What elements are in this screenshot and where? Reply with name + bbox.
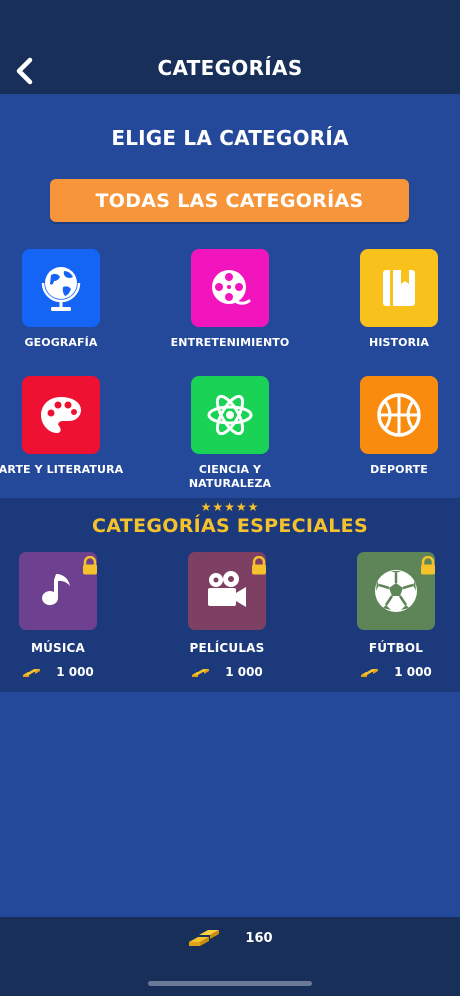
basketball-icon [377, 393, 421, 437]
home-indicator[interactable] [148, 981, 312, 986]
category-label: ENTRETENIMIENTO [170, 336, 290, 349]
gold-bars-icon [192, 669, 210, 677]
category-label: HISTORIA [369, 336, 429, 349]
special-tile [19, 552, 97, 630]
special-price: 1 000 [152, 665, 302, 679]
category-label: GEOGRAFÍA [24, 336, 98, 349]
category-art-literature[interactable]: ARTE Y LITERATURA [0, 376, 136, 477]
book-icon [383, 270, 415, 306]
category-entertainment[interactable]: ENTRETENIMIENTO [155, 249, 305, 350]
gold-bars-icon [23, 669, 41, 677]
special-label: FÚTBOL [368, 641, 424, 655]
category-label: DEPORTE [370, 463, 428, 476]
category-label: CIENCIA Y NATURALEZA [155, 463, 305, 491]
movie-camera-icon [208, 571, 246, 607]
stars-row: ★★★★★ [200, 500, 260, 514]
special-label: PELÍCULAS [189, 641, 265, 655]
special-tile [357, 552, 435, 630]
special-price: 1 000 [0, 665, 133, 679]
palette-icon [41, 397, 81, 433]
category-tile [191, 376, 269, 454]
lock-icon [421, 556, 435, 575]
category-history[interactable]: HISTORIA [324, 249, 460, 350]
special-categories-title: CATEGORÍAS ESPECIALES [92, 515, 368, 537]
special-label: MÚSICA [30, 641, 86, 655]
special-item-movies[interactable]: PELÍCULAS 1 000 [152, 552, 302, 679]
coin-balance: 160 [0, 927, 460, 949]
category-tile [360, 376, 438, 454]
special-price: 1 000 [321, 665, 460, 679]
category-science-nature[interactable]: CIENCIA Y NATURALEZA [155, 376, 305, 491]
special-item-football[interactable]: FÚTBOL 1 000 [321, 552, 460, 679]
globe-icon [41, 267, 81, 311]
price-value: 1 000 [394, 665, 432, 679]
soccer-ball-icon [375, 570, 417, 612]
gold-bars-icon [361, 669, 379, 677]
lock-icon [83, 556, 97, 575]
category-tile [22, 249, 100, 327]
category-geography[interactable]: GEOGRAFÍA [0, 249, 136, 350]
music-note-icon [42, 574, 70, 606]
category-tile [191, 249, 269, 327]
category-tile [360, 249, 438, 327]
category-label: ARTE Y LITERATURA [0, 463, 124, 476]
category-label-line: CIENCIA Y [198, 463, 262, 476]
gold-bars-icon [189, 930, 220, 946]
category-label-line: NATURALEZA [188, 477, 272, 490]
category-sport[interactable]: DEPORTE [324, 376, 460, 477]
price-value: 1 000 [225, 665, 263, 679]
price-value: 1 000 [56, 665, 94, 679]
choose-category-heading: ELIGE LA CATEGORÍA [111, 126, 349, 150]
page-title: CATEGORÍAS [157, 56, 303, 80]
lock-icon [252, 556, 266, 575]
atom-icon [207, 394, 253, 436]
special-tile [188, 552, 266, 630]
film-reel-icon [212, 270, 251, 305]
all-categories-button[interactable]: TODAS LAS CATEGORÍAS [50, 179, 409, 222]
special-item-music[interactable]: MÚSICA 1 000 [0, 552, 133, 679]
balance-value: 160 [245, 930, 273, 946]
category-tile [22, 376, 100, 454]
